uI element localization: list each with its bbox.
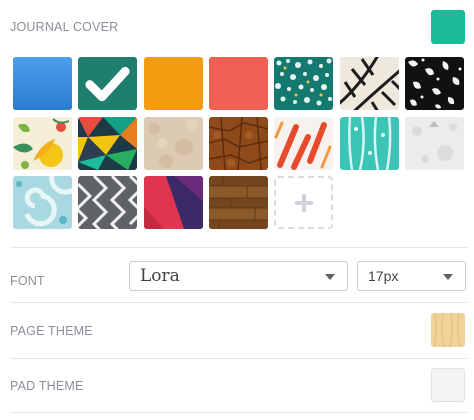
font-family-select[interactable]: Lora bbox=[129, 261, 348, 291]
divider bbox=[10, 302, 468, 303]
cover-swatch-teal-selected[interactable] bbox=[78, 57, 137, 110]
journal-cover-label: JOURNAL COVER bbox=[10, 20, 119, 34]
cover-swatch-pattern-black-white[interactable] bbox=[405, 57, 464, 110]
cover-swatch-pattern-leaf-lines[interactable] bbox=[340, 57, 399, 110]
pad-theme-label: PAD THEME bbox=[10, 379, 84, 393]
chevron-down-icon bbox=[443, 274, 453, 280]
plus-icon bbox=[294, 193, 313, 212]
cover-swatch-pattern-teal-dots[interactable] bbox=[274, 57, 333, 110]
cover-swatch-pattern-gray-chevron[interactable] bbox=[78, 176, 137, 229]
cover-swatch-blue[interactable] bbox=[13, 57, 72, 110]
add-cover-button[interactable] bbox=[274, 176, 333, 229]
cover-swatch-pattern-white-paper[interactable] bbox=[405, 117, 464, 170]
font-size-value: 17px bbox=[368, 268, 399, 284]
divider bbox=[10, 247, 468, 248]
cover-swatch-pattern-brown-leather[interactable] bbox=[209, 117, 268, 170]
divider bbox=[10, 358, 468, 359]
cover-swatch-orange[interactable] bbox=[144, 57, 203, 110]
pad-theme-swatch[interactable] bbox=[431, 368, 465, 402]
journal-cover-current-swatch[interactable] bbox=[431, 10, 465, 44]
checkmark-icon bbox=[78, 57, 137, 110]
cover-swatch-pattern-red-purple[interactable] bbox=[144, 176, 203, 229]
cover-swatch-pattern-teal-stripes[interactable] bbox=[340, 117, 399, 170]
font-family-value: Lora bbox=[140, 266, 180, 286]
cover-swatch-pattern-floral-yellow[interactable] bbox=[13, 117, 72, 170]
page-theme-swatch[interactable] bbox=[431, 313, 465, 347]
chevron-down-icon bbox=[325, 274, 335, 280]
cover-swatch-pattern-beige-paper[interactable] bbox=[144, 117, 203, 170]
cover-swatch-pattern-swirl-blue[interactable] bbox=[13, 176, 72, 229]
cover-swatch-pattern-geometric[interactable] bbox=[78, 117, 137, 170]
font-size-select[interactable]: 17px bbox=[357, 261, 466, 291]
font-label: FONT bbox=[10, 274, 45, 288]
divider bbox=[10, 412, 468, 413]
cover-swatch-pattern-wood[interactable] bbox=[209, 176, 268, 229]
cover-swatch-coral[interactable] bbox=[209, 57, 268, 110]
cover-swatch-pattern-red-white-strokes[interactable] bbox=[274, 117, 333, 170]
page-theme-label: PAGE THEME bbox=[10, 324, 93, 338]
